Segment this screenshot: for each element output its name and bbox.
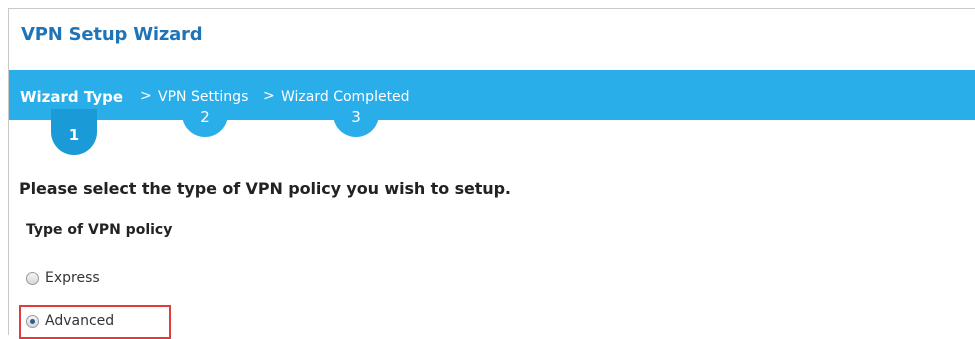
step-number-3: 3 bbox=[333, 109, 379, 137]
step-number-2: 2 bbox=[182, 109, 228, 137]
chevron-right-icon: > bbox=[140, 88, 152, 104]
chevron-right-icon: > bbox=[263, 88, 275, 104]
title-bar: VPN Setup Wizard bbox=[9, 9, 975, 59]
window-title: VPN Setup Wizard bbox=[21, 24, 203, 45]
radio-option-express[interactable]: Express bbox=[26, 266, 100, 290]
step-label-vpn-settings: VPN Settings bbox=[158, 89, 249, 105]
vpn-setup-wizard-window: VPN Setup Wizard Wizard Type > VPN Setti… bbox=[8, 8, 975, 339]
page-heading: Please select the type of VPN policy you… bbox=[19, 179, 511, 198]
radio-label-express: Express bbox=[45, 270, 100, 286]
step-label-wizard-completed: Wizard Completed bbox=[281, 89, 410, 105]
vpn-policy-type-label: Type of VPN policy bbox=[26, 222, 173, 238]
step-label-wizard-type: Wizard Type bbox=[20, 88, 124, 106]
annotation-highlight-box bbox=[19, 305, 171, 339]
wizard-steps-bar: Wizard Type > VPN Settings > Wizard Comp… bbox=[9, 70, 975, 120]
step-number-1: 1 bbox=[51, 109, 97, 155]
radio-button-express[interactable] bbox=[26, 271, 39, 285]
